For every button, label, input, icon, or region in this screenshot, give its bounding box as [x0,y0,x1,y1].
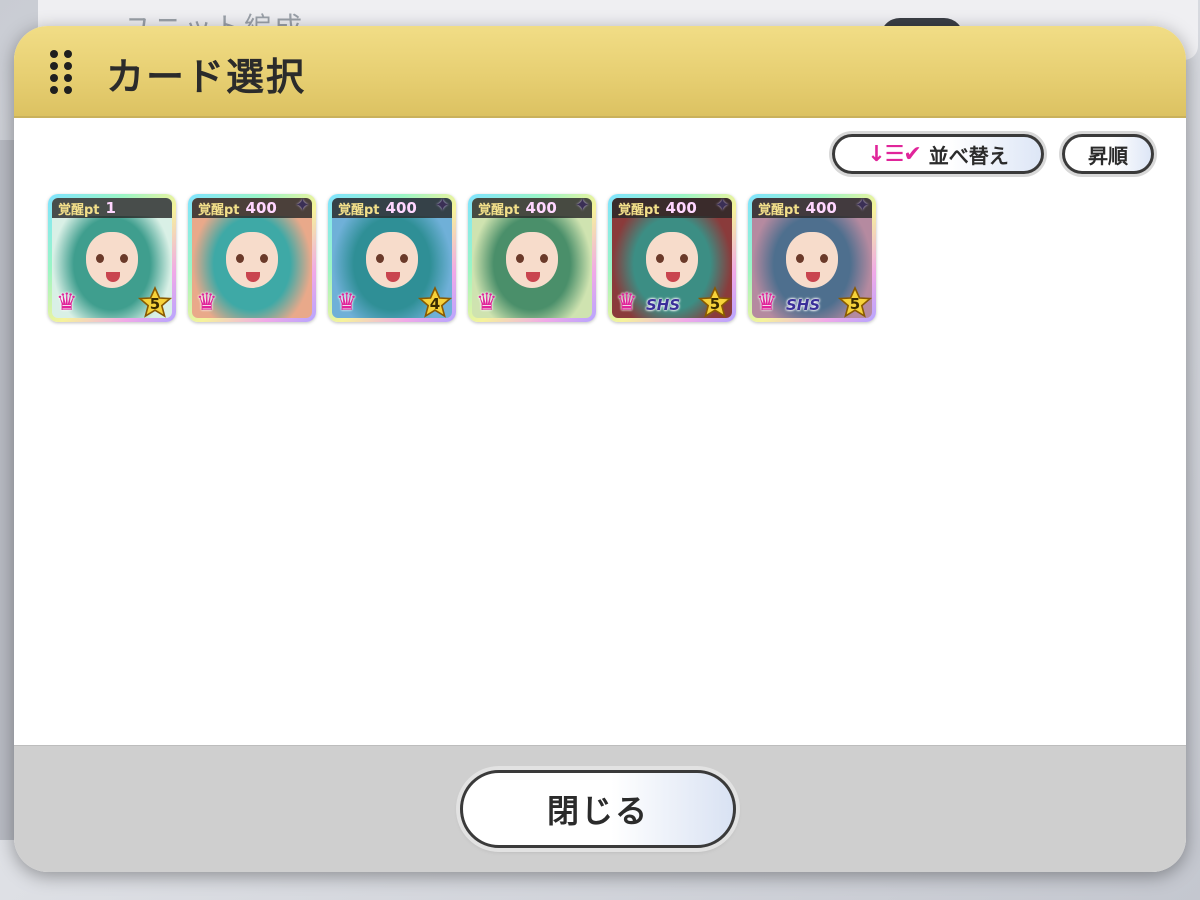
drag-handle-icon[interactable] [50,50,72,96]
sparkle-icon: ✦ [294,195,310,216]
rank-badge: SHS [646,296,681,314]
crown-icon: ♛ [336,288,358,316]
dialog-header: カード選択 [14,26,1186,118]
awakening-points-value: 400 [385,199,417,217]
crown-icon: ♛ [56,288,78,316]
awakening-points-label: 覚醒pt [478,202,520,218]
awakening-points-value: 400 [245,199,277,217]
awakening-points-value: 400 [665,199,697,217]
crown-icon: ♛ [196,288,218,316]
close-button[interactable]: 閉じる [460,770,736,848]
sort-icon: ↓☰✔ [867,141,922,167]
awakening-points-label: 覚醒pt [618,202,660,218]
star-level-icon: 5 [837,286,873,320]
star-level-value: 5 [709,295,721,313]
awakening-points-label: 覚醒pt [198,202,240,218]
sparkle-icon: ✦ [574,195,590,216]
awakening-points-label: 覚醒pt [758,202,800,218]
sort-button[interactable]: ↓☰✔ 並べ替え [832,134,1044,174]
sort-button-label: 並べ替え [928,143,1009,168]
dialog-title: カード選択 [106,55,307,99]
card-tile[interactable]: 覚醒pt 400 ✦ ♛ SHS 5 [748,194,876,322]
dialog-body: ↓☰✔ 並べ替え 昇順 覚醒pt 1 ♛ 5 覚醒pt 400 ✦ ♛ 覚醒pt 400 ✦ ♛ 4 覚醒… [14,118,1186,746]
awakening-points-label: 覚醒pt [338,202,380,218]
card-tile[interactable]: 覚醒pt 400 ✦ ♛ SHS 5 [608,194,736,322]
awakening-points-bar: 覚醒pt 1 [52,198,172,218]
order-button[interactable]: 昇順 [1062,134,1154,174]
close-button-label: 閉じる [546,792,649,830]
star-level-value: 5 [149,295,161,313]
dialog-footer: 閉じる [14,745,1186,872]
star-level-value: 5 [849,295,861,313]
awakening-points-value: 400 [525,199,557,217]
awakening-points-label: 覚醒pt [58,202,100,218]
star-level-value: 4 [429,295,441,313]
crown-icon: ♛ [476,288,498,316]
card-grid: 覚醒pt 1 ♛ 5 覚醒pt 400 ✦ ♛ 覚醒pt 400 ✦ ♛ 4 覚醒pt 400 ✦ ♛ 覚醒pt 4… [48,194,876,322]
awakening-points-value: 1 [105,199,116,217]
rank-badge: SHS [786,296,821,314]
order-button-label: 昇順 [1088,143,1128,168]
star-level-icon: 5 [137,286,173,320]
sparkle-icon: ✦ [714,195,730,216]
sparkle-icon: ✦ [434,195,450,216]
crown-icon: ♛ [616,288,638,316]
card-select-dialog: カード選択 ↓☰✔ 並べ替え 昇順 覚醒pt 1 ♛ 5 覚醒pt 400 ✦ ♛ 覚醒pt 40… [14,26,1186,872]
card-tile[interactable]: 覚醒pt 400 ✦ ♛ [468,194,596,322]
card-tile[interactable]: 覚醒pt 400 ✦ ♛ 4 [328,194,456,322]
awakening-points-value: 400 [805,199,837,217]
star-level-icon: 5 [697,286,733,320]
sparkle-icon: ✦ [854,195,870,216]
star-level-icon: 4 [417,286,453,320]
crown-icon: ♛ [756,288,778,316]
card-tile[interactable]: 覚醒pt 400 ✦ ♛ [188,194,316,322]
card-tile[interactable]: 覚醒pt 1 ♛ 5 [48,194,176,322]
